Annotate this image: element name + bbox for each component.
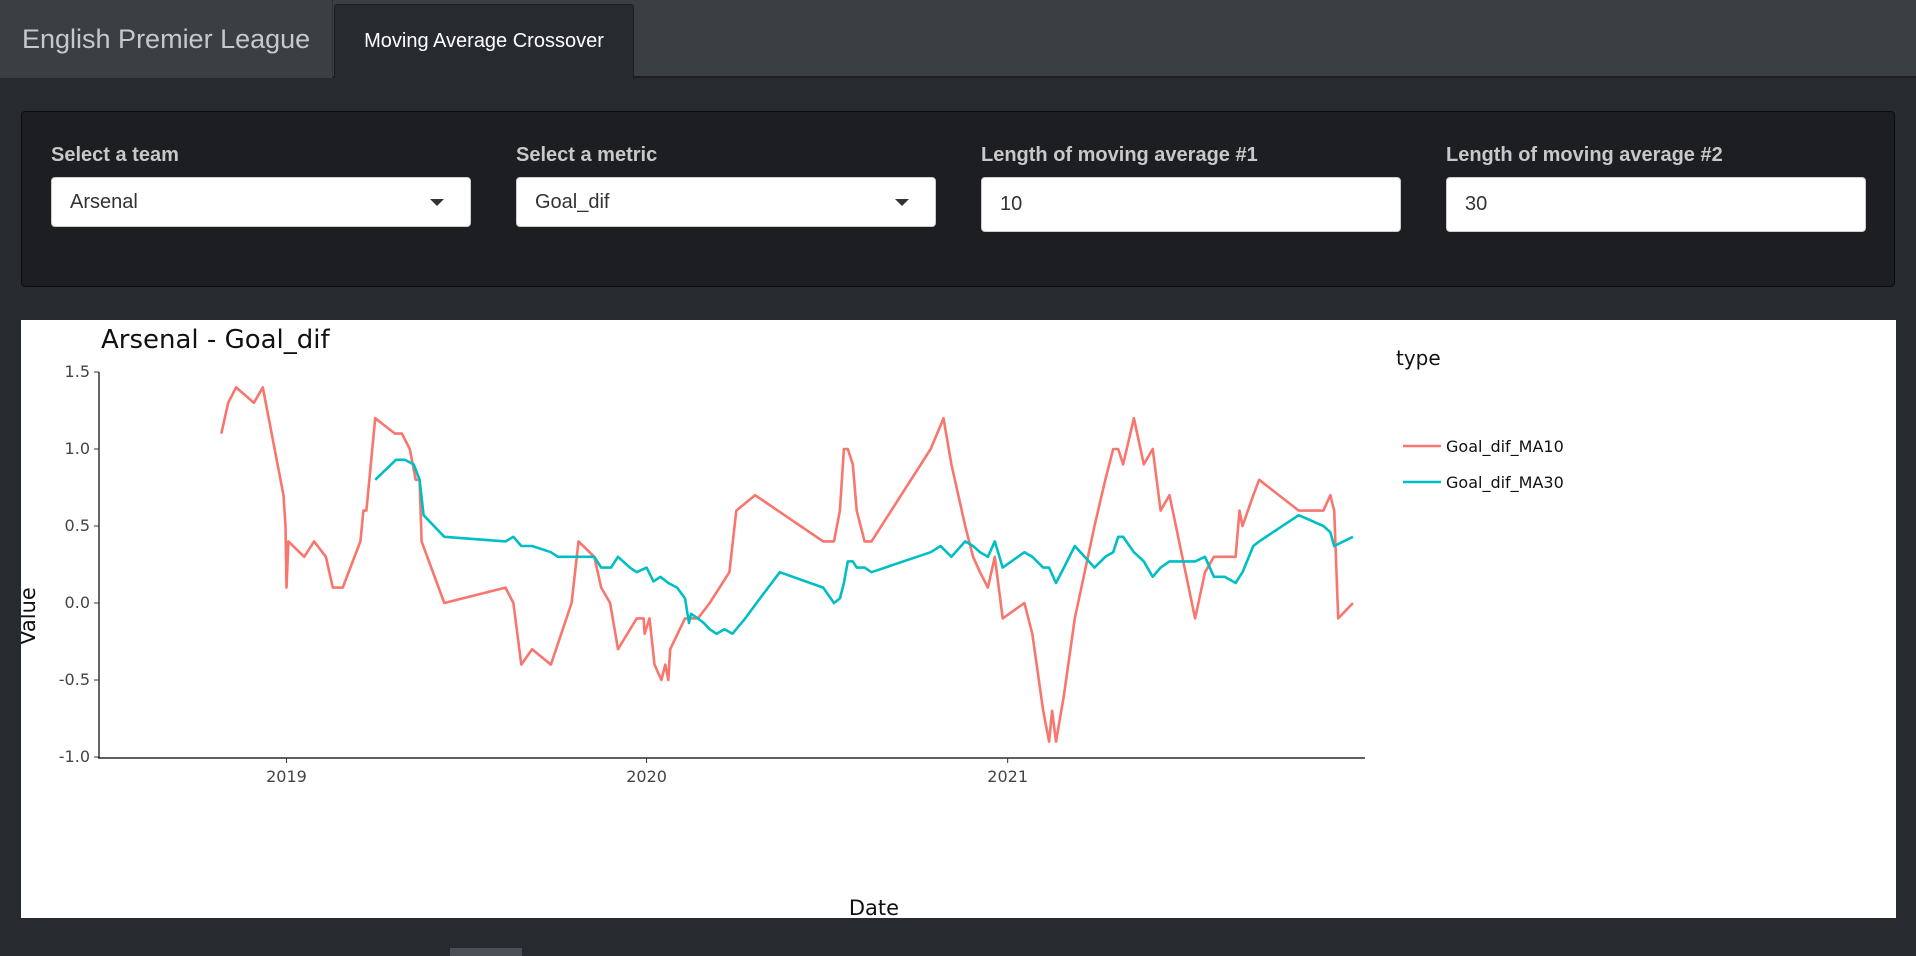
x-tick-label: 2021 (987, 767, 1028, 786)
series-group (220, 386, 1354, 743)
navbar: English Premier League Moving Average Cr… (0, 0, 1916, 78)
tab-moving-average-crossover[interactable]: Moving Average Crossover (334, 4, 634, 78)
plot-panel: Arsenal - Goal_dif -1.0 -0.5 0.0 0.5 1.0 1.5 2… (21, 320, 1896, 918)
y-tick-label: 1.5 (65, 362, 90, 381)
ma1-input[interactable]: 10 (981, 177, 1401, 232)
metric-select[interactable]: Goal_dif (516, 177, 936, 227)
team-label: Select a team (51, 144, 179, 166)
series-line-goal-dif-ma30 (374, 458, 1354, 636)
legend-label: Goal_dif_MA10 (1446, 437, 1564, 457)
navbar-brand[interactable]: English Premier League (0, 0, 333, 78)
legend-title: type (1396, 346, 1441, 370)
ma2-input[interactable]: 30 (1446, 177, 1866, 232)
metric-select-value: Goal_dif (535, 190, 610, 213)
ma2-control: Length of moving average #2 30 (1446, 144, 1866, 232)
ma2-label: Length of moving average #2 (1446, 144, 1723, 166)
y-tick-label: 1.0 (65, 439, 90, 458)
x-tick-label: 2019 (266, 767, 307, 786)
team-select-value: Arsenal (70, 190, 138, 213)
y-tick-label: 0.5 (65, 516, 90, 535)
y-axis-label: Value (21, 587, 40, 645)
chart-title: Arsenal - Goal_dif (101, 325, 331, 355)
ma1-control: Length of moving average #1 10 (981, 144, 1401, 232)
x-tick-label: 2020 (626, 767, 667, 786)
team-select[interactable]: Arsenal (51, 177, 471, 227)
series-line-goal-dif-ma10 (220, 386, 1354, 743)
x-axis-label: Date (849, 896, 899, 918)
metric-label: Select a metric (516, 144, 658, 166)
legend: type Goal_dif_MA10 Goal_dif_MA30 (1396, 346, 1564, 493)
footer-strip (0, 918, 1916, 956)
line-chart: Arsenal - Goal_dif -1.0 -0.5 0.0 0.5 1.0 1.5 2… (21, 325, 1564, 918)
y-tick-label: 0.0 (65, 593, 90, 612)
y-tick-label: -1.0 (59, 747, 90, 766)
team-control: Select a team Arsenal (51, 144, 471, 227)
y-tick-label: -0.5 (59, 670, 90, 689)
chevron-down-icon (430, 199, 444, 206)
controls-panel: Select a team Arsenal Select a metric Go… (21, 111, 1895, 287)
metric-control: Select a metric Goal_dif (516, 144, 936, 227)
axes: -1.0 -0.5 0.0 0.5 1.0 1.5 2019 2020 2021 (59, 362, 1365, 786)
legend-label: Goal_dif_MA30 (1446, 473, 1564, 493)
horizontal-scrollbar-thumb[interactable] (450, 948, 522, 956)
chevron-down-icon (895, 199, 909, 206)
ma1-label: Length of moving average #1 (981, 144, 1258, 166)
